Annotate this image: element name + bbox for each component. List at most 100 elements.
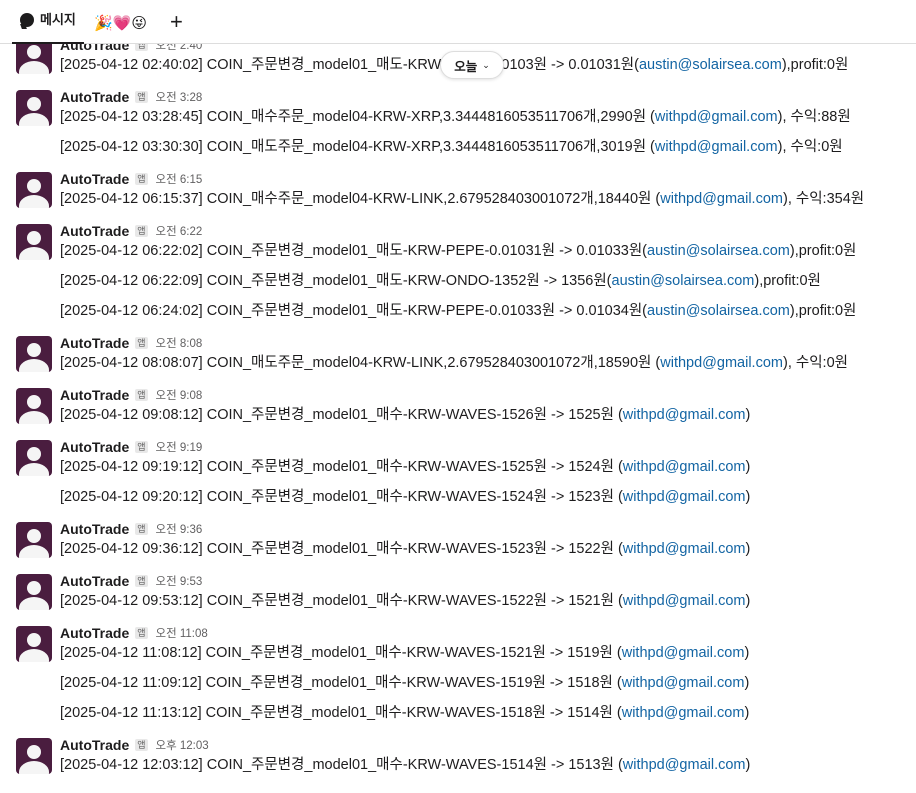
message-text-body: [2025-04-12 11:09:12] COIN_주문변경_model01_… — [60, 675, 622, 691]
tab-emoji[interactable]: 🎉💗😜 — [94, 13, 147, 33]
message-timestamp[interactable]: 오전 8:08 — [156, 335, 203, 351]
message-timestamp[interactable]: 오전 6:22 — [156, 223, 203, 239]
avatar[interactable] — [16, 90, 52, 126]
message-feed: AutoTrade 앱 오전 2:40 [2025-04-12 02:40:02] C… — [0, 44, 916, 793]
avatar[interactable] — [16, 336, 52, 372]
date-divider-label: 오늘 — [454, 59, 478, 74]
email-link[interactable]: austin@solairsea.com — [647, 243, 790, 259]
message-timestamp[interactable]: 오전 11:08 — [156, 625, 208, 641]
message-text-body: [2025-04-12 06:22:09] COIN_주문변경_model01_… — [60, 273, 612, 289]
email-link[interactable]: austin@solairsea.com — [647, 303, 790, 319]
avatar-body-shape — [19, 597, 49, 610]
avatar[interactable] — [16, 522, 52, 558]
message-text: [2025-04-12 03:30:30] COIN_매도주문_model04-… — [60, 136, 843, 158]
message-header: AutoTrade 앱 오전 9:53 — [60, 572, 202, 590]
sender-name[interactable]: AutoTrade — [60, 387, 129, 403]
date-divider-button[interactable]: 오늘 ⌄ — [440, 51, 504, 79]
message-timestamp[interactable]: 오전 6:15 — [156, 171, 203, 187]
message-header: AutoTrade 앱 오전 9:36 — [60, 520, 202, 538]
sender-name[interactable]: AutoTrade — [60, 44, 129, 53]
avatar-head-shape — [27, 581, 41, 595]
message-text: [2025-04-12 08:08:07] COIN_매도주문_model04-… — [60, 352, 848, 374]
message-timestamp[interactable]: 오전 9:53 — [156, 573, 203, 589]
avatar-head-shape — [27, 395, 41, 409]
avatar[interactable] — [16, 44, 52, 74]
avatar[interactable] — [16, 388, 52, 424]
email-link[interactable]: withpd@gmail.com — [623, 407, 746, 423]
sender-name[interactable]: AutoTrade — [60, 737, 129, 753]
sender-name[interactable]: AutoTrade — [60, 439, 129, 455]
message-text-body: [2025-04-12 09:36:12] COIN_주문변경_model01_… — [60, 541, 623, 557]
message-text: [2025-04-12 03:28:45] COIN_매수주문_model04-… — [60, 106, 851, 128]
avatar-body-shape — [19, 649, 49, 662]
email-link[interactable]: withpd@gmail.com — [623, 757, 746, 773]
message-timestamp[interactable]: 오전 2:40 — [156, 44, 203, 53]
tab-messages[interactable]: 메시지 — [12, 10, 84, 44]
message-text-tail: ) — [745, 757, 751, 773]
message-text: [2025-04-12 09:20:12] COIN_주문변경_model01_… — [60, 486, 750, 508]
add-tab-button[interactable]: + — [170, 11, 183, 33]
message-text: [2025-04-12 06:15:37] COIN_매수주문_model04-… — [60, 188, 864, 210]
app-badge: 앱 — [135, 337, 148, 349]
sender-name[interactable]: AutoTrade — [60, 625, 129, 641]
avatar[interactable] — [16, 224, 52, 260]
message-text-body: [2025-04-12 09:53:12] COIN_주문변경_model01_… — [60, 593, 623, 609]
avatar[interactable] — [16, 626, 52, 662]
email-link[interactable]: withpd@gmail.com — [622, 675, 745, 691]
avatar[interactable] — [16, 440, 52, 476]
avatar-head-shape — [27, 745, 41, 759]
email-link[interactable]: withpd@gmail.com — [622, 645, 745, 661]
avatar[interactable] — [16, 738, 52, 774]
avatar-head-shape — [27, 179, 41, 193]
message-text-body: [2025-04-12 09:20:12] COIN_주문변경_model01_… — [60, 489, 623, 505]
avatar-head-shape — [27, 231, 41, 245]
email-link[interactable]: austin@solairsea.com — [639, 57, 782, 73]
message-text: [2025-04-12 11:13:12] COIN_주문변경_model01_… — [60, 702, 749, 724]
sender-name[interactable]: AutoTrade — [60, 223, 129, 239]
message-text-tail: ), 수익:0원 — [777, 139, 843, 155]
message-text-body: [2025-04-12 06:15:37] COIN_매수주문_model04-… — [60, 191, 661, 207]
avatar[interactable] — [16, 172, 52, 208]
message-timestamp[interactable]: 오전 9:36 — [156, 521, 203, 537]
sender-name[interactable]: AutoTrade — [60, 89, 129, 105]
message-text-body: [2025-04-12 03:28:45] COIN_매수주문_model04-… — [60, 109, 655, 125]
email-link[interactable]: withpd@gmail.com — [655, 139, 778, 155]
email-link[interactable]: withpd@gmail.com — [623, 459, 746, 475]
message-text-body: [2025-04-12 11:08:12] COIN_주문변경_model01_… — [60, 645, 622, 661]
message-timestamp[interactable]: 오전 9:19 — [156, 439, 203, 455]
message-text-tail: ),profit:0원 — [754, 273, 821, 289]
sender-name[interactable]: AutoTrade — [60, 521, 129, 537]
app-badge: 앱 — [135, 91, 148, 103]
email-link[interactable]: withpd@gmail.com — [623, 541, 746, 557]
message-text-tail: ) — [745, 407, 751, 423]
email-link[interactable]: withpd@gmail.com — [660, 355, 783, 371]
email-link[interactable]: withpd@gmail.com — [660, 191, 783, 207]
message-text-body: [2025-04-12 09:08:12] COIN_주문변경_model01_… — [60, 407, 623, 423]
email-link[interactable]: withpd@gmail.com — [623, 489, 746, 505]
email-link[interactable]: withpd@gmail.com — [622, 705, 745, 721]
app-badge: 앱 — [135, 523, 148, 535]
message-text-body: [2025-04-12 09:19:12] COIN_주문변경_model01_… — [60, 459, 623, 475]
message-text-body: [2025-04-12 06:24:02] COIN_주문변경_model01_… — [60, 303, 647, 319]
email-link[interactable]: withpd@gmail.com — [655, 109, 778, 125]
message-timestamp[interactable]: 오후 12:03 — [156, 737, 209, 753]
avatar-body-shape — [19, 61, 49, 74]
message-text-body: [2025-04-12 02:40:02] COIN_주문변경_model01_… — [60, 57, 639, 73]
sender-name[interactable]: AutoTrade — [60, 335, 129, 351]
avatar[interactable] — [16, 574, 52, 610]
avatar-head-shape — [27, 97, 41, 111]
message-text-body: [2025-04-12 03:30:30] COIN_매도주문_model04-… — [60, 139, 655, 155]
sender-name[interactable]: AutoTrade — [60, 171, 129, 187]
message-text: [2025-04-12 11:08:12] COIN_주문변경_model01_… — [60, 642, 749, 664]
message-text-body: [2025-04-12 12:03:12] COIN_주문변경_model01_… — [60, 757, 623, 773]
sender-name[interactable]: AutoTrade — [60, 573, 129, 589]
message-text: [2025-04-12 06:24:02] COIN_주문변경_model01_… — [60, 300, 856, 322]
email-link[interactable]: austin@solairsea.com — [612, 273, 755, 289]
message-header: AutoTrade 앱 오전 9:19 — [60, 438, 202, 456]
avatar-head-shape — [27, 447, 41, 461]
message-timestamp[interactable]: 오전 3:28 — [156, 89, 203, 105]
message-text-tail: ) — [744, 675, 750, 691]
email-link[interactable]: withpd@gmail.com — [623, 593, 746, 609]
message-timestamp[interactable]: 오전 9:08 — [156, 387, 203, 403]
message-header: AutoTrade 앱 오전 6:15 — [60, 170, 202, 188]
